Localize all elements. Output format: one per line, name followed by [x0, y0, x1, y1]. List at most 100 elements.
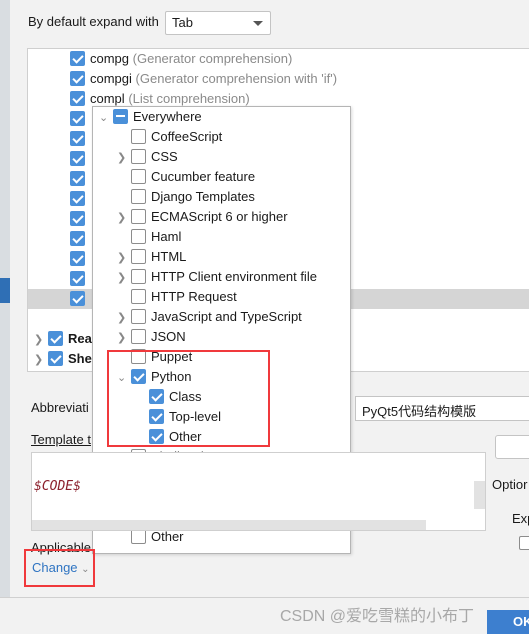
ok-button[interactable]: OK: [487, 610, 529, 634]
expand-with-label: By default expand with: [28, 14, 159, 29]
item-label: JavaScript and TypeScript: [151, 309, 302, 324]
chevron-right-icon[interactable]: ❯: [117, 208, 131, 228]
template-desc: (List comprehension): [128, 91, 250, 106]
item-label: HTTP Client environment file: [151, 269, 317, 284]
checkbox[interactable]: [131, 329, 146, 344]
expand-with-select[interactable]: Tab: [165, 11, 271, 35]
template-text-editor[interactable]: $CODE$: [31, 452, 486, 531]
checkbox[interactable]: [70, 211, 85, 226]
checkbox[interactable]: [70, 91, 85, 106]
checkbox[interactable]: [131, 529, 146, 544]
popup-item[interactable]: ❯ JavaScript and TypeScript: [117, 307, 302, 327]
vertical-scrollbar[interactable]: [474, 481, 485, 509]
checkbox[interactable]: [131, 309, 146, 324]
options-label: Optior: [492, 477, 528, 492]
item-label: HTML: [151, 249, 187, 264]
template-group[interactable]: ❯ Rea: [34, 329, 92, 349]
checkbox[interactable]: [131, 289, 146, 304]
template-group[interactable]: ❯ She: [34, 349, 92, 369]
checkbox[interactable]: [131, 169, 146, 184]
item-label: JSON: [151, 329, 186, 344]
template-item[interactable]: [70, 209, 90, 229]
popup-item[interactable]: Django Templates: [117, 187, 255, 207]
item-label: CoffeeScript: [151, 129, 223, 144]
checkbox[interactable]: [70, 291, 85, 306]
checkbox[interactable]: [70, 151, 85, 166]
popup-item[interactable]: Haml: [117, 227, 181, 247]
popup-item[interactable]: CoffeeScript: [117, 127, 222, 147]
popup-item[interactable]: ❯ JSON: [117, 327, 186, 347]
template-item[interactable]: [70, 269, 90, 289]
checkbox[interactable]: [70, 131, 85, 146]
checkbox[interactable]: [70, 251, 85, 266]
template-item[interactable]: [70, 129, 90, 149]
expand-with-value: Tab: [172, 15, 193, 30]
template-item[interactable]: compgi (Generator comprehension with 'if…: [70, 69, 337, 89]
template-item[interactable]: compg (Generator comprehension): [70, 49, 292, 69]
popup-item-everywhere[interactable]: ⌄ Everywhere: [99, 107, 202, 127]
template-abbr: compl: [90, 91, 125, 106]
group-label: She: [68, 351, 92, 366]
chevron-right-icon[interactable]: ❯: [117, 148, 131, 168]
template-text-label: Template t: [31, 432, 91, 447]
item-label: HTTP Request: [151, 289, 237, 304]
chevron-right-icon[interactable]: ❯: [117, 328, 131, 348]
watermark: CSDN @爱吃雪糕的小布丁: [280, 608, 475, 625]
popup-item[interactable]: ❯ HTML: [117, 247, 186, 267]
chevron-right-icon[interactable]: ❯: [34, 330, 48, 350]
group-label: Rea: [68, 331, 92, 346]
checkbox[interactable]: [70, 171, 85, 186]
chevron-down-icon: [253, 21, 263, 26]
checkbox[interactable]: [131, 129, 146, 144]
chevron-right-icon[interactable]: ❯: [34, 350, 48, 370]
chevron-right-icon[interactable]: ❯: [117, 268, 131, 288]
horizontal-scrollbar[interactable]: [32, 520, 426, 530]
description-input[interactable]: PyQt5代码结构模版: [355, 396, 529, 421]
item-label: Haml: [151, 229, 182, 244]
popup-item[interactable]: ❯ CSS: [117, 147, 178, 167]
checkbox[interactable]: [70, 71, 85, 86]
item-label: Everywhere: [133, 109, 202, 124]
template-item[interactable]: [70, 109, 90, 129]
checkbox[interactable]: [48, 331, 63, 346]
item-label: ECMAScript 6 or higher: [151, 209, 288, 224]
checkbox[interactable]: [131, 229, 146, 244]
checkbox[interactable]: [131, 269, 146, 284]
template-item[interactable]: [70, 189, 90, 209]
option-checkbox[interactable]: [519, 536, 529, 550]
checkbox[interactable]: [131, 209, 146, 224]
template-item[interactable]: [70, 289, 90, 309]
checkbox[interactable]: [70, 191, 85, 206]
abbreviation-label: Abbreviati: [31, 400, 89, 415]
chevron-right-icon[interactable]: ❯: [117, 308, 131, 328]
checkbox[interactable]: [70, 111, 85, 126]
checkbox[interactable]: [113, 109, 128, 124]
template-item[interactable]: [70, 229, 90, 249]
chevron-down-icon[interactable]: ⌄: [99, 108, 113, 128]
item-label: CSS: [151, 149, 178, 164]
template-desc: (Generator comprehension): [132, 51, 293, 66]
popup-item[interactable]: HTTP Request: [117, 287, 237, 307]
template-item[interactable]: [70, 149, 90, 169]
template-item[interactable]: [70, 169, 90, 189]
chevron-right-icon[interactable]: ❯: [117, 248, 131, 268]
checkbox[interactable]: [70, 51, 85, 66]
checkbox[interactable]: [131, 149, 146, 164]
edit-variables-button[interactable]: [495, 435, 529, 459]
checkbox[interactable]: [70, 231, 85, 246]
popup-item[interactable]: ❯ HTTP Client environment file: [117, 267, 317, 287]
template-desc: (Generator comprehension with 'if'): [135, 71, 338, 86]
checkbox[interactable]: [131, 249, 146, 264]
highlight-change: [24, 549, 95, 587]
checkbox[interactable]: [48, 351, 63, 366]
checkbox[interactable]: [131, 189, 146, 204]
popup-item[interactable]: Cucumber feature: [117, 167, 255, 187]
left-sidebar-selected[interactable]: [0, 278, 10, 303]
popup-item[interactable]: ❯ ECMAScript 6 or higher: [117, 207, 288, 227]
template-abbr: compg: [90, 51, 130, 66]
item-label: Other: [151, 529, 184, 544]
item-label: Django Templates: [151, 189, 255, 204]
template-abbr: compgi: [90, 71, 132, 86]
template-item[interactable]: [70, 249, 90, 269]
checkbox[interactable]: [70, 271, 85, 286]
